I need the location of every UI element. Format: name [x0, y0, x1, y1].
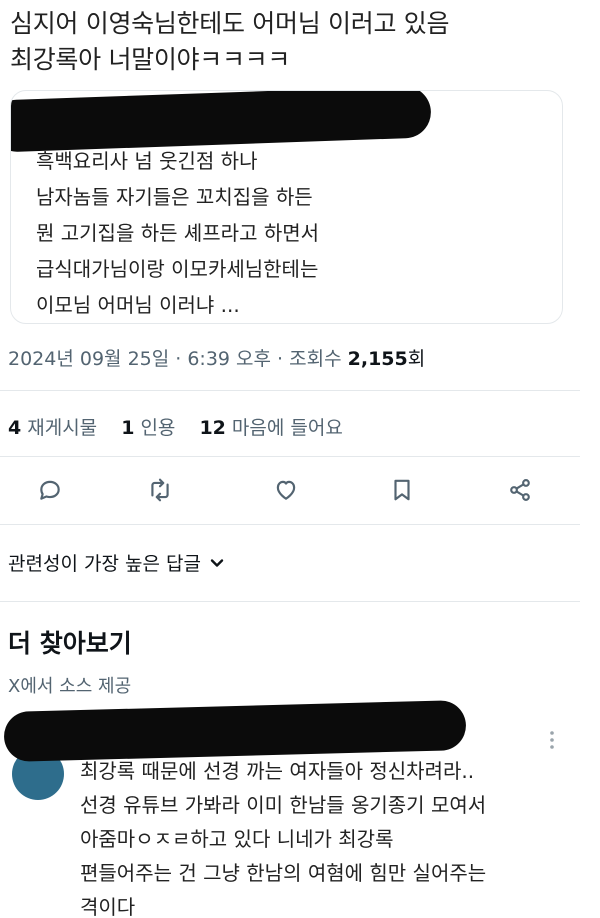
divider	[0, 390, 580, 391]
quotes-count: 1	[121, 417, 135, 439]
likes-count: 12	[199, 417, 226, 439]
quoted-text-line: 흑백요리사 넘 웃긴점 하나	[36, 149, 258, 173]
redaction-mark	[3, 699, 467, 763]
likes-stat[interactable]: 12 마음에 들어요	[199, 413, 342, 440]
bookmark-button[interactable]	[382, 470, 422, 510]
quoted-text-line: 남자놈들 자기들은 꼬치집을 하든	[36, 185, 313, 209]
chevron-down-icon	[210, 558, 224, 567]
share-button[interactable]	[500, 470, 540, 510]
reply-button[interactable]	[30, 470, 70, 510]
retweet-button[interactable]	[140, 470, 180, 510]
retweets-label: 재게시물	[27, 417, 98, 439]
likes-label: 마음에 들어요	[231, 417, 343, 439]
quoted-text-line: 이모님 어머님 이러냐 ...	[36, 293, 240, 317]
quoted-text-line: 급식대가님이랑 이모카세님한테는	[36, 257, 319, 281]
divider	[0, 601, 580, 602]
view-count-unit: 회	[407, 348, 426, 370]
retweet-icon	[151, 478, 169, 502]
reply-sort-label: 관련성이 가장 높은 답글	[8, 553, 201, 575]
reply-text-line: 선경 유튜브 가봐라 이미 한남들 옹기종기 모여서	[80, 793, 487, 817]
more-options-button[interactable]	[542, 728, 562, 752]
tweet-actions-bar	[0, 470, 600, 514]
reply-sort-dropdown[interactable]: 관련성이 가장 높은 답글	[8, 549, 225, 576]
explore-more-subtitle: X에서 소스 제공	[8, 676, 132, 697]
reply-text: 최강록 때문에 선경 까는 여자들아 정신차려라.. 선경 유튜브 가봐라 이미…	[80, 754, 486, 918]
reply-icon	[40, 480, 60, 500]
engagement-stats: 4 재게시물 1 인용 12 마음에 들어요	[8, 413, 361, 440]
quotes-stat[interactable]: 1 인용	[121, 413, 175, 440]
share-icon	[510, 479, 530, 501]
reply-text-line: 아줌마ㅇㅈㄹ하고 있다 니네가 최강록	[80, 827, 394, 851]
retweets-count: 4	[8, 417, 22, 439]
divider	[0, 524, 580, 525]
quoted-text-line: 뭔 고기집을 하든 셰프라고 하면서	[36, 221, 320, 245]
bookmark-icon	[394, 479, 410, 501]
reply-text-line: 편들어주는 건 그냥 한남의 여혐에 힘만 실어주는	[80, 861, 487, 885]
more-vertical-icon	[550, 731, 554, 749]
divider	[0, 456, 580, 457]
tweet-text: 심지어 이영숙님한테도 어머님 이러고 있음 최강록아 너말이야ㅋㅋㅋㅋ	[10, 6, 590, 78]
tweet-meta: 2024년 09월 25일 · 6:39 오후 · 조회수 2,155회	[8, 344, 425, 371]
quoted-tweet-text: 흑백요리사 넘 웃긴점 하나 남자놈들 자기들은 꼬치집을 하든 뭔 고기집을 …	[36, 143, 319, 323]
tweet-text-line: 최강록아 너말이야ㅋㅋㅋㅋ	[10, 45, 291, 74]
view-count: 2,155	[347, 348, 408, 370]
reply-text-line: 최강록 때문에 선경 까는 여자들아 정신차려라..	[80, 759, 475, 783]
reply-post[interactable]: 최강록 때문에 선경 까는 여자들아 정신차려라.. 선경 유튜브 가봐라 이미…	[0, 699, 600, 918]
explore-more-title: 더 찾아보기	[8, 629, 132, 658]
like-button[interactable]	[266, 470, 306, 510]
quotes-label: 인용	[140, 417, 176, 439]
tweet-text-line: 심지어 이영숙님한테도 어머님 이러고 있음	[10, 9, 450, 38]
reply-text-line: 격이다	[80, 895, 136, 918]
like-icon	[276, 480, 296, 500]
retweets-stat[interactable]: 4 재게시물	[8, 413, 97, 440]
quoted-tweet-card[interactable]: 흑백요리사 넘 웃긴점 하나 남자놈들 자기들은 꼬치집을 하든 뭔 고기집을 …	[10, 90, 563, 324]
tweet-datetime[interactable]: 2024년 09월 25일 · 6:39 오후 · 조회수	[8, 348, 348, 370]
